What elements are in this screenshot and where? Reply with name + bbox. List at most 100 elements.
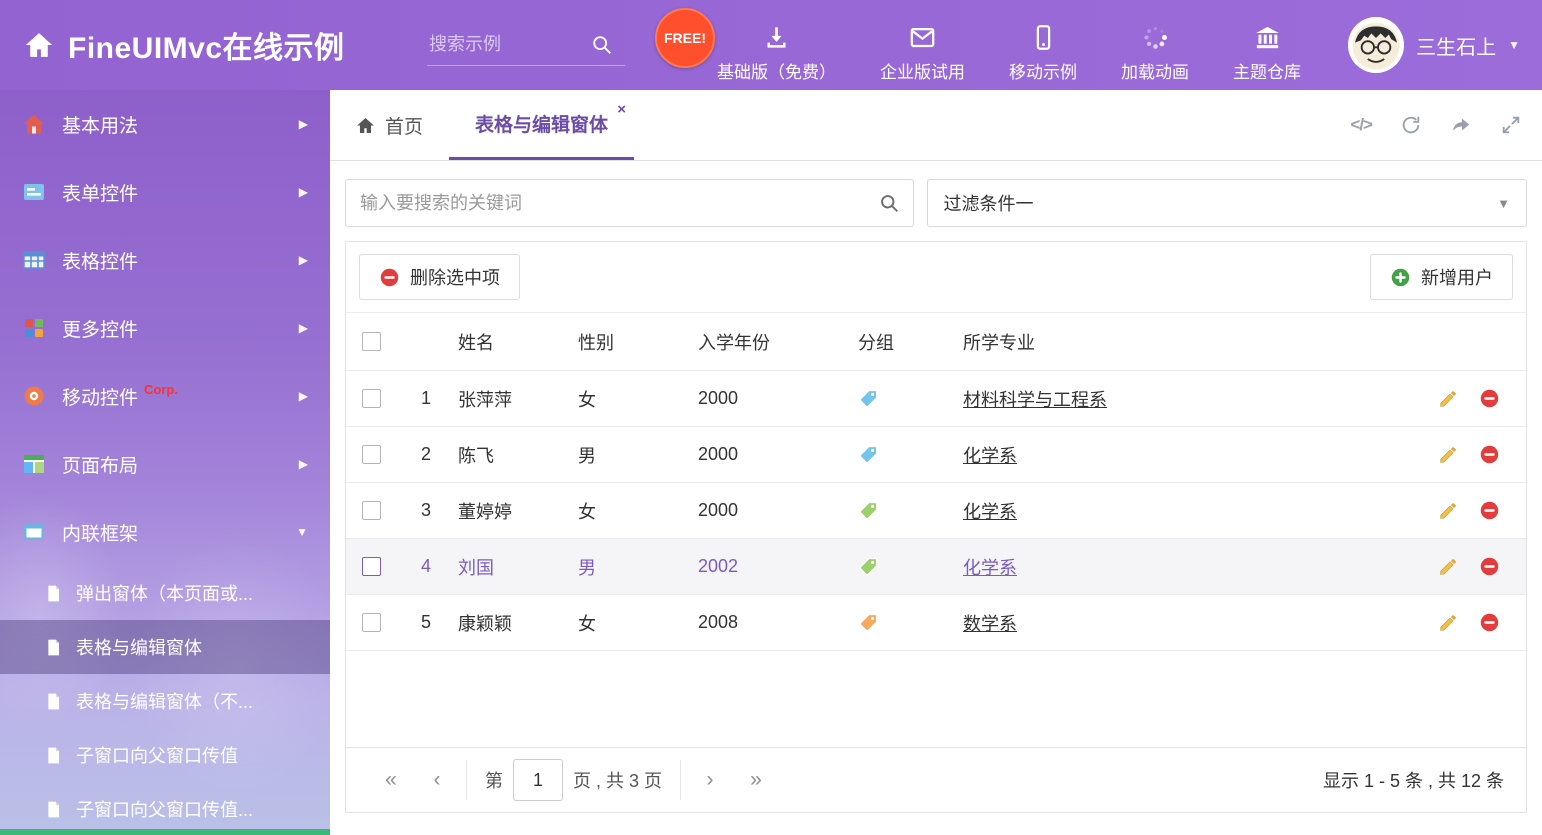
search-icon[interactable] bbox=[591, 34, 613, 56]
col-name[interactable]: 姓名 bbox=[448, 329, 568, 355]
page-number-group: 第 页 , 共 3 页 bbox=[466, 760, 681, 800]
brand[interactable]: FineUIMvc在线示例 bbox=[0, 23, 419, 67]
table-row-selected[interactable]: 4 刘国 男 2002 化学系 bbox=[346, 539, 1526, 595]
nav-mobile-demo[interactable]: 移动示例 bbox=[1009, 8, 1077, 83]
corp-badge: Corp. bbox=[144, 382, 178, 397]
nav-basic-free[interactable]: FREE! 基础版（免费） bbox=[717, 8, 836, 83]
last-page-button[interactable]: » bbox=[733, 768, 779, 792]
major-link[interactable]: 材料科学与工程系 bbox=[963, 390, 1107, 410]
row-checkbox[interactable] bbox=[362, 501, 381, 520]
row-actions bbox=[1416, 500, 1526, 521]
sidebar-item-form-controls[interactable]: 表单控件 ▶ bbox=[0, 158, 330, 226]
major-link[interactable]: 数学系 bbox=[963, 614, 1017, 634]
edit-icon[interactable] bbox=[1438, 500, 1459, 521]
sidebar-subitem-popup-window[interactable]: 弹出窗体（本页面或... bbox=[0, 566, 330, 620]
filter-dropdown[interactable]: 过滤条件一 ▼ bbox=[927, 179, 1528, 227]
delete-selected-button[interactable]: 删除选中项 bbox=[359, 254, 520, 300]
next-page-button[interactable]: › bbox=[687, 768, 733, 792]
cell-year: 2000 bbox=[688, 500, 848, 521]
sidebar-item-label: 表单控件 bbox=[62, 179, 138, 206]
main-area: 首页 表格与编辑窗体 × </> bbox=[330, 90, 1542, 835]
cell-num: 2 bbox=[404, 444, 448, 465]
table-row[interactable]: 5 康颖颖 女 2008 数学系 bbox=[346, 595, 1526, 651]
select-all-checkbox[interactable] bbox=[362, 332, 381, 351]
tag-icon bbox=[858, 388, 879, 409]
sidebar-item-grid-controls[interactable]: 表格控件 ▶ bbox=[0, 226, 330, 294]
cell-year: 2000 bbox=[688, 444, 848, 465]
edit-icon[interactable] bbox=[1438, 444, 1459, 465]
nav-theme-store[interactable]: 主题仓库 bbox=[1233, 8, 1301, 83]
edit-icon[interactable] bbox=[1438, 556, 1459, 577]
sidebar-subitem-grid-edit-window[interactable]: 表格与编辑窗体 bbox=[0, 620, 330, 674]
first-page-button[interactable]: « bbox=[368, 768, 414, 792]
row-actions bbox=[1416, 612, 1526, 633]
table-header-row: 姓名 性别 入学年份 分组 所学专业 bbox=[346, 312, 1526, 371]
major-link[interactable]: 化学系 bbox=[963, 558, 1017, 578]
row-checkbox[interactable] bbox=[362, 389, 381, 408]
page-number-input[interactable] bbox=[513, 759, 563, 801]
sidebar-item-iframe[interactable]: 内联框架 ▼ bbox=[0, 498, 330, 566]
row-checkbox[interactable] bbox=[362, 613, 381, 632]
expand-icon[interactable] bbox=[1500, 114, 1522, 136]
header-search-input[interactable] bbox=[427, 33, 591, 56]
major-link[interactable]: 化学系 bbox=[963, 446, 1017, 466]
table-row[interactable]: 3 董婷婷 女 2000 化学系 bbox=[346, 483, 1526, 539]
col-gender[interactable]: 性别 bbox=[568, 329, 688, 355]
edit-icon[interactable] bbox=[1438, 612, 1459, 633]
col-major[interactable]: 所学专业 bbox=[953, 329, 1416, 355]
sidebar-item-page-layout[interactable]: 页面布局 ▶ bbox=[0, 430, 330, 498]
sidebar-subitem-label: 表格与编辑窗体（不... bbox=[76, 688, 253, 714]
cell-gender: 男 bbox=[568, 554, 688, 580]
major-link[interactable]: 化学系 bbox=[963, 502, 1017, 522]
tab-home[interactable]: 首页 bbox=[330, 90, 449, 160]
sidebar-item-mobile-controls[interactable]: 移动控件 Corp. ▶ bbox=[0, 362, 330, 430]
tab-bar: 首页 表格与编辑窗体 × </> bbox=[330, 90, 1542, 161]
nav-label: 企业版试用 bbox=[880, 58, 965, 83]
chevron-right-icon: ▶ bbox=[299, 321, 308, 335]
blocks-icon bbox=[22, 316, 46, 340]
delete-row-icon[interactable] bbox=[1479, 612, 1500, 633]
tab-close-icon[interactable]: × bbox=[617, 101, 626, 118]
nav-loading-animation[interactable]: 加载动画 bbox=[1121, 8, 1189, 83]
sidebar-subitem-label: 子窗口向父窗口传值 bbox=[76, 742, 238, 768]
cell-gender: 男 bbox=[568, 442, 688, 468]
tab-content: 过滤条件一 ▼ 删除选中项 新增用户 bbox=[330, 161, 1542, 835]
search-icon[interactable] bbox=[879, 193, 900, 214]
house-icon bbox=[22, 112, 46, 136]
cell-gender: 女 bbox=[568, 498, 688, 524]
delete-row-icon[interactable] bbox=[1479, 556, 1500, 577]
sidebar-item-label: 移动控件 bbox=[62, 383, 138, 410]
table-row[interactable]: 1 张萍萍 女 2000 材料科学与工程系 bbox=[346, 371, 1526, 427]
delete-selected-label: 删除选中项 bbox=[410, 264, 500, 290]
delete-row-icon[interactable] bbox=[1479, 388, 1500, 409]
sidebar-subitem-child-to-parent[interactable]: 子窗口向父窗口传值 bbox=[0, 728, 330, 782]
prev-page-button[interactable]: ‹ bbox=[414, 768, 460, 792]
nav-enterprise-trial[interactable]: 企业版试用 bbox=[880, 8, 965, 83]
sidebar-item-basic-usage[interactable]: 基本用法 ▶ bbox=[0, 90, 330, 158]
edit-icon[interactable] bbox=[1438, 388, 1459, 409]
add-user-button[interactable]: 新增用户 bbox=[1370, 254, 1513, 300]
row-checkbox[interactable] bbox=[362, 557, 381, 576]
delete-row-icon[interactable] bbox=[1479, 444, 1500, 465]
envelope-icon bbox=[909, 24, 936, 51]
grid-toolbar: 删除选中项 新增用户 bbox=[346, 242, 1526, 312]
sidebar-subitem-child-to-parent-2[interactable]: 子窗口向父窗口传值... bbox=[0, 782, 330, 835]
row-checkbox[interactable] bbox=[362, 445, 381, 464]
sidebar-subitem-grid-edit-window-2[interactable]: 表格与编辑窗体（不... bbox=[0, 674, 330, 728]
refresh-icon[interactable] bbox=[1400, 114, 1422, 136]
share-icon[interactable] bbox=[1450, 114, 1472, 136]
chevron-right-icon: ▶ bbox=[299, 117, 308, 131]
chevron-right-icon: ▶ bbox=[299, 185, 308, 199]
delete-row-icon[interactable] bbox=[1479, 500, 1500, 521]
col-group[interactable]: 分组 bbox=[848, 329, 953, 355]
grid-panel: 删除选中项 新增用户 姓名 性别 入学年份 分组 所学专业 bbox=[345, 241, 1527, 813]
sidebar-item-more-controls[interactable]: 更多控件 ▶ bbox=[0, 294, 330, 362]
keyword-search-input[interactable] bbox=[346, 193, 913, 214]
table-row[interactable]: 2 陈飞 男 2000 化学系 bbox=[346, 427, 1526, 483]
sidebar-item-label: 内联框架 bbox=[62, 519, 138, 546]
tab-label: 表格与编辑窗体 bbox=[475, 110, 608, 137]
tab-grid-edit-window[interactable]: 表格与编辑窗体 × bbox=[449, 90, 634, 160]
user-menu[interactable]: 三生石上 ▼ bbox=[1348, 17, 1520, 73]
col-year[interactable]: 入学年份 bbox=[688, 329, 848, 355]
source-code-icon[interactable]: </> bbox=[1350, 115, 1372, 135]
